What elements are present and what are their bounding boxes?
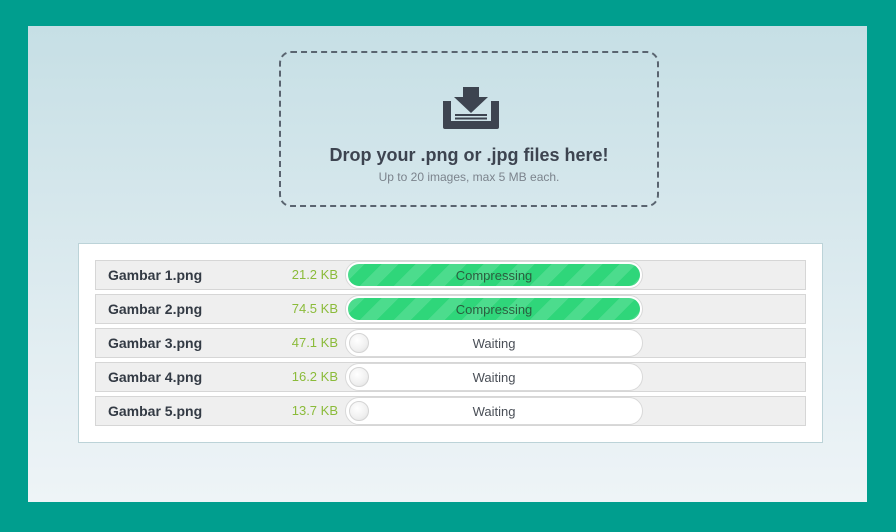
file-name: Gambar 1.png [108, 267, 203, 283]
file-row: Gambar 3.png 47.1 KB Waiting [95, 328, 806, 358]
progress-bar: Waiting [345, 329, 643, 357]
file-name: Gambar 3.png [108, 335, 203, 351]
file-list: Gambar 1.png 21.2 KB Compressing Gambar … [78, 243, 823, 443]
file-row: Gambar 2.png 74.5 KB Compressing [95, 294, 806, 324]
file-size: 74.5 KB [291, 301, 338, 316]
file-size: 16.2 KB [291, 369, 338, 384]
status-label: Waiting [472, 404, 516, 419]
status-label: Compressing [455, 302, 533, 317]
status-label: Compressing [455, 268, 533, 283]
main-panel: Drop your .png or .jpg files here! Up to… [28, 26, 867, 502]
status-label: Waiting [472, 336, 516, 351]
file-row: Gambar 5.png 13.7 KB Waiting [95, 396, 806, 426]
file-drop-zone[interactable]: Drop your .png or .jpg files here! Up to… [279, 51, 659, 207]
progress-bar: Waiting [345, 397, 643, 425]
drop-zone-subtitle: Up to 20 images, max 5 MB each. [378, 170, 560, 184]
drop-zone-title: Drop your .png or .jpg files here! [329, 145, 609, 165]
file-name: Gambar 5.png [108, 403, 203, 419]
file-name: Gambar 4.png [108, 369, 203, 385]
file-name: Gambar 2.png [108, 301, 203, 317]
file-size: 21.2 KB [291, 267, 338, 282]
download-tray-icon [443, 87, 499, 129]
progress-bar: Waiting [345, 363, 643, 391]
file-row: Gambar 1.png 21.2 KB Compressing [95, 260, 806, 290]
progress-bar: Compressing [345, 261, 643, 289]
file-size: 47.1 KB [291, 335, 338, 350]
file-row: Gambar 4.png 16.2 KB Waiting [95, 362, 806, 392]
file-size: 13.7 KB [291, 403, 338, 418]
progress-bar: Compressing [345, 295, 643, 323]
status-label: Waiting [472, 370, 516, 385]
